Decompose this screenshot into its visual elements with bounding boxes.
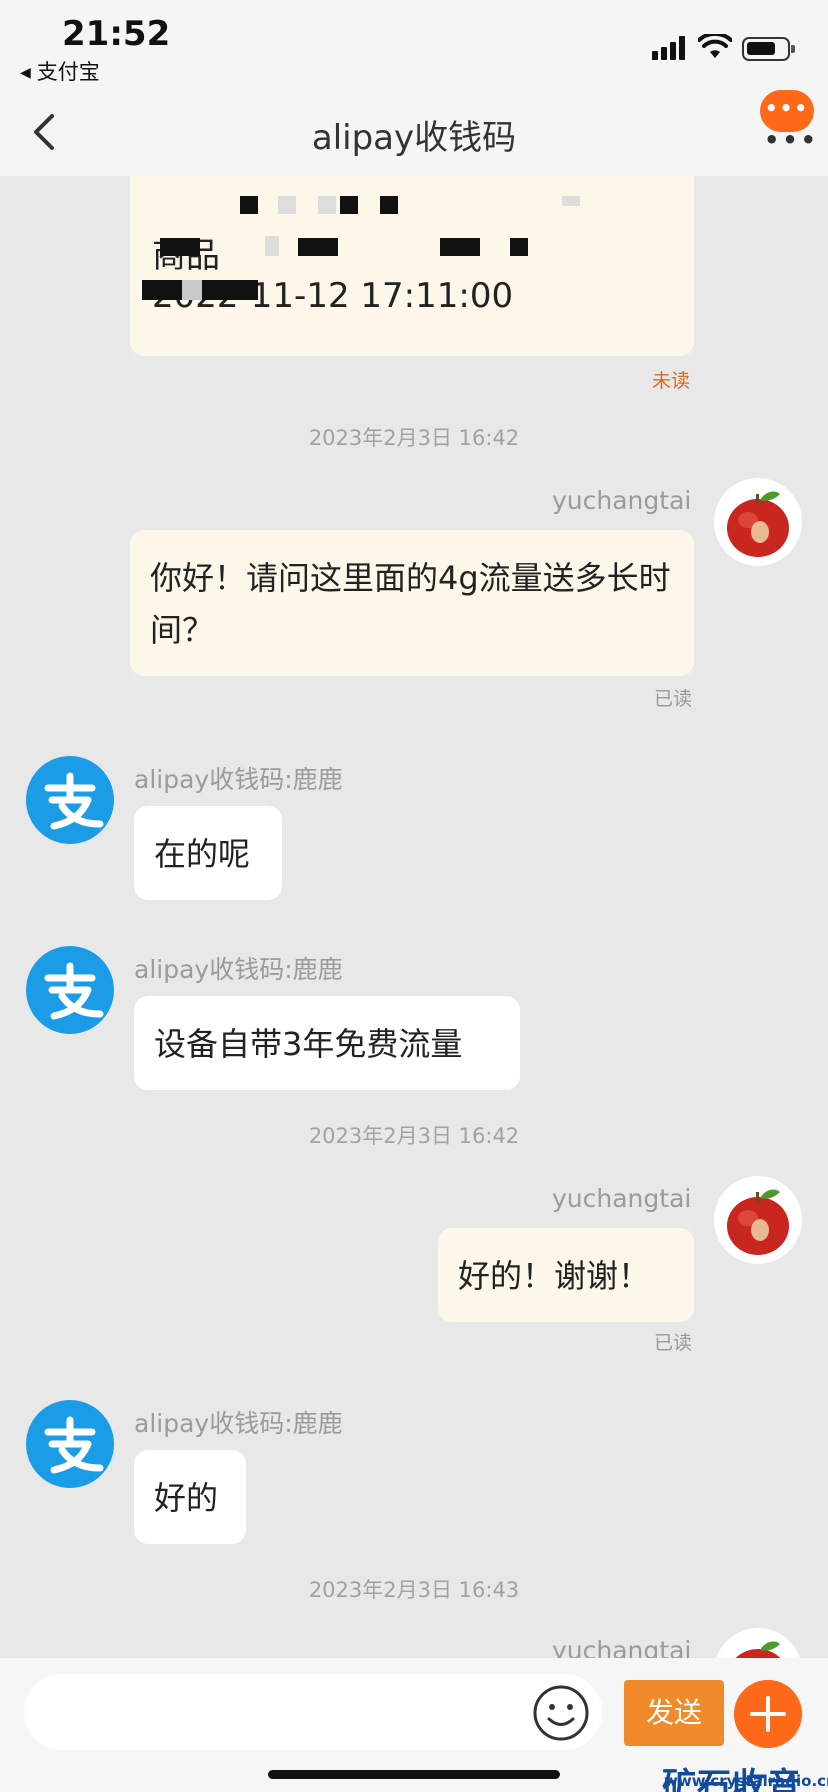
- message-bubble-outgoing[interactable]: 好的！谢谢！: [438, 1228, 694, 1322]
- smiley-icon[interactable]: [532, 1684, 590, 1742]
- back-to-app-link[interactable]: ◀ 支付宝: [20, 56, 100, 86]
- read-status: 已读: [654, 688, 693, 710]
- sender-name: alipay收钱码:鹿鹿: [134, 1409, 343, 1438]
- message-bubble-outgoing[interactable]: 你好！请问这里面的4g流量送多长时间？: [130, 530, 694, 676]
- navigation-bar: alipay收钱码 ••• •••: [0, 90, 828, 176]
- alipay-avatar[interactable]: [26, 756, 114, 844]
- redaction-block: [278, 196, 296, 214]
- user-avatar[interactable]: [714, 1628, 802, 1658]
- redaction-block: [440, 238, 480, 256]
- order-info-card[interactable]: 商品 2022-11-12 17:11:00: [130, 176, 694, 356]
- redaction-block: [298, 238, 338, 256]
- redaction-block: [202, 280, 258, 300]
- redaction-block: [160, 238, 200, 256]
- redaction-block: [318, 196, 336, 214]
- user-avatar[interactable]: [714, 478, 802, 566]
- alipay-logo-icon: [44, 1416, 104, 1474]
- message-bubble-incoming[interactable]: 在的呢: [134, 806, 282, 900]
- message-timestamp: 2023年2月3日 16:42: [308, 426, 520, 450]
- redaction-block: [562, 196, 580, 206]
- redaction-block: [340, 196, 358, 214]
- status-bar: 21:52 ◀ 支付宝: [0, 0, 828, 92]
- watermark-url: www.crystalradio.cn: [664, 1772, 828, 1790]
- cellular-signal-icon: [652, 36, 690, 60]
- back-triangle-icon: ◀: [20, 65, 31, 81]
- page-title: alipay收钱码: [311, 118, 517, 158]
- message-bubble-incoming[interactable]: 好的: [134, 1450, 246, 1544]
- sender-name: yuchangtai: [552, 1636, 692, 1658]
- alipay-logo-icon: [44, 772, 104, 830]
- apple-avatar-icon: [727, 1189, 789, 1255]
- message-timestamp: 2023年2月3日 16:43: [308, 1578, 520, 1602]
- sender-name: yuchangtai: [552, 1184, 692, 1213]
- message-input[interactable]: [24, 1674, 602, 1750]
- sender-name: alipay收钱码:鹿鹿: [134, 765, 343, 794]
- send-button[interactable]: 发送: [624, 1680, 724, 1746]
- plus-icon[interactable]: [734, 1680, 802, 1748]
- menu-dots-icon[interactable]: •••: [764, 126, 816, 154]
- redaction-block: [510, 238, 528, 256]
- more-dots-icon: •••: [764, 96, 810, 120]
- redaction-block: [265, 236, 279, 256]
- sender-name: alipay收钱码:鹿鹿: [134, 955, 343, 984]
- home-indicator[interactable]: [268, 1770, 560, 1779]
- message-timestamp: 2023年2月3日 16:42: [308, 1124, 520, 1148]
- sender-name: yuchangtai: [552, 486, 692, 515]
- chat-message-list[interactable]: 商品 2022-11-12 17:11:00 未读 2023年2月3日 16:4…: [0, 176, 828, 1658]
- redaction-block: [240, 196, 258, 214]
- unread-status: 未读: [652, 370, 691, 392]
- redaction-block: [380, 196, 398, 214]
- battery-icon: [742, 37, 795, 61]
- redaction-block: [182, 280, 202, 300]
- user-avatar[interactable]: [714, 1176, 802, 1264]
- wifi-icon: [698, 34, 732, 58]
- apple-avatar-icon: [727, 491, 789, 557]
- redaction-block: [142, 280, 182, 300]
- message-bubble-incoming[interactable]: 设备自带3年免费流量: [134, 996, 520, 1090]
- status-time: 21:52: [62, 14, 171, 54]
- read-status: 已读: [654, 1332, 693, 1354]
- apple-avatar-icon: [735, 1641, 781, 1658]
- alipay-avatar[interactable]: [26, 1400, 114, 1488]
- alipay-logo-icon: [44, 962, 104, 1020]
- back-app-label: 支付宝: [36, 60, 100, 84]
- alipay-avatar[interactable]: [26, 946, 114, 1034]
